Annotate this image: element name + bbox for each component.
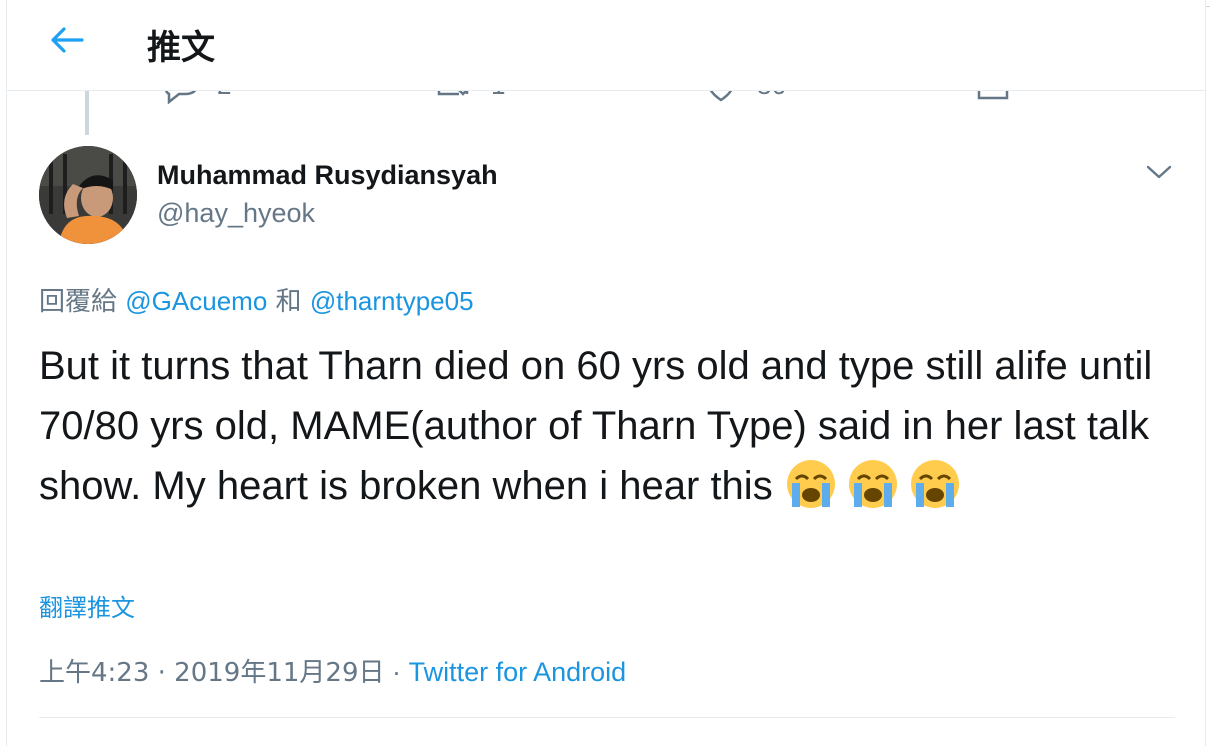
reply-context: 回覆給 @GAcuemo 和 @tharntype05 (39, 281, 474, 318)
source-link[interactable]: Twitter for Android (409, 657, 627, 687)
meta-separator: · (392, 657, 402, 687)
divider (39, 717, 1175, 718)
thread-connector (85, 91, 89, 135)
mention-link[interactable]: @tharntype05 (310, 286, 474, 316)
tweet-body: But it turns that Tharn died on 60 yrs o… (39, 336, 1159, 516)
back-button[interactable] (45, 18, 89, 62)
translate-tweet-link[interactable]: 翻譯推文 (39, 588, 135, 623)
emoji-row (784, 460, 970, 508)
loudly-crying-face-icon (910, 460, 959, 508)
author-name[interactable]: Muhammad Rusydiansyah (157, 160, 498, 191)
avatar[interactable] (39, 146, 137, 244)
page-header: 推文 (7, 0, 1205, 91)
tweet-meta: 上午4:23 · 2019年11月29日 · Twitter for Andro… (39, 652, 626, 689)
loudly-crying-face-icon (786, 460, 835, 508)
reply-conjunction: 和 (275, 287, 302, 317)
tweet-text: But it turns that Tharn died on 60 yrs o… (39, 344, 1153, 508)
timestamp-link[interactable]: 上午4:23 · 2019年11月29日 (39, 658, 385, 688)
tweet-detail-panel: 2 1 36 推文 (6, 0, 1206, 746)
arrow-left-icon (51, 27, 84, 53)
chevron-down-icon (1146, 165, 1172, 179)
loudly-crying-face-icon (848, 460, 897, 508)
author-handle[interactable]: @hay_hyeok (157, 198, 315, 229)
page-title: 推文 (147, 28, 215, 68)
more-options-button[interactable] (1143, 156, 1175, 188)
reply-prefix: 回覆給 (39, 287, 118, 317)
mention-link[interactable]: @GAcuemo (125, 286, 267, 316)
